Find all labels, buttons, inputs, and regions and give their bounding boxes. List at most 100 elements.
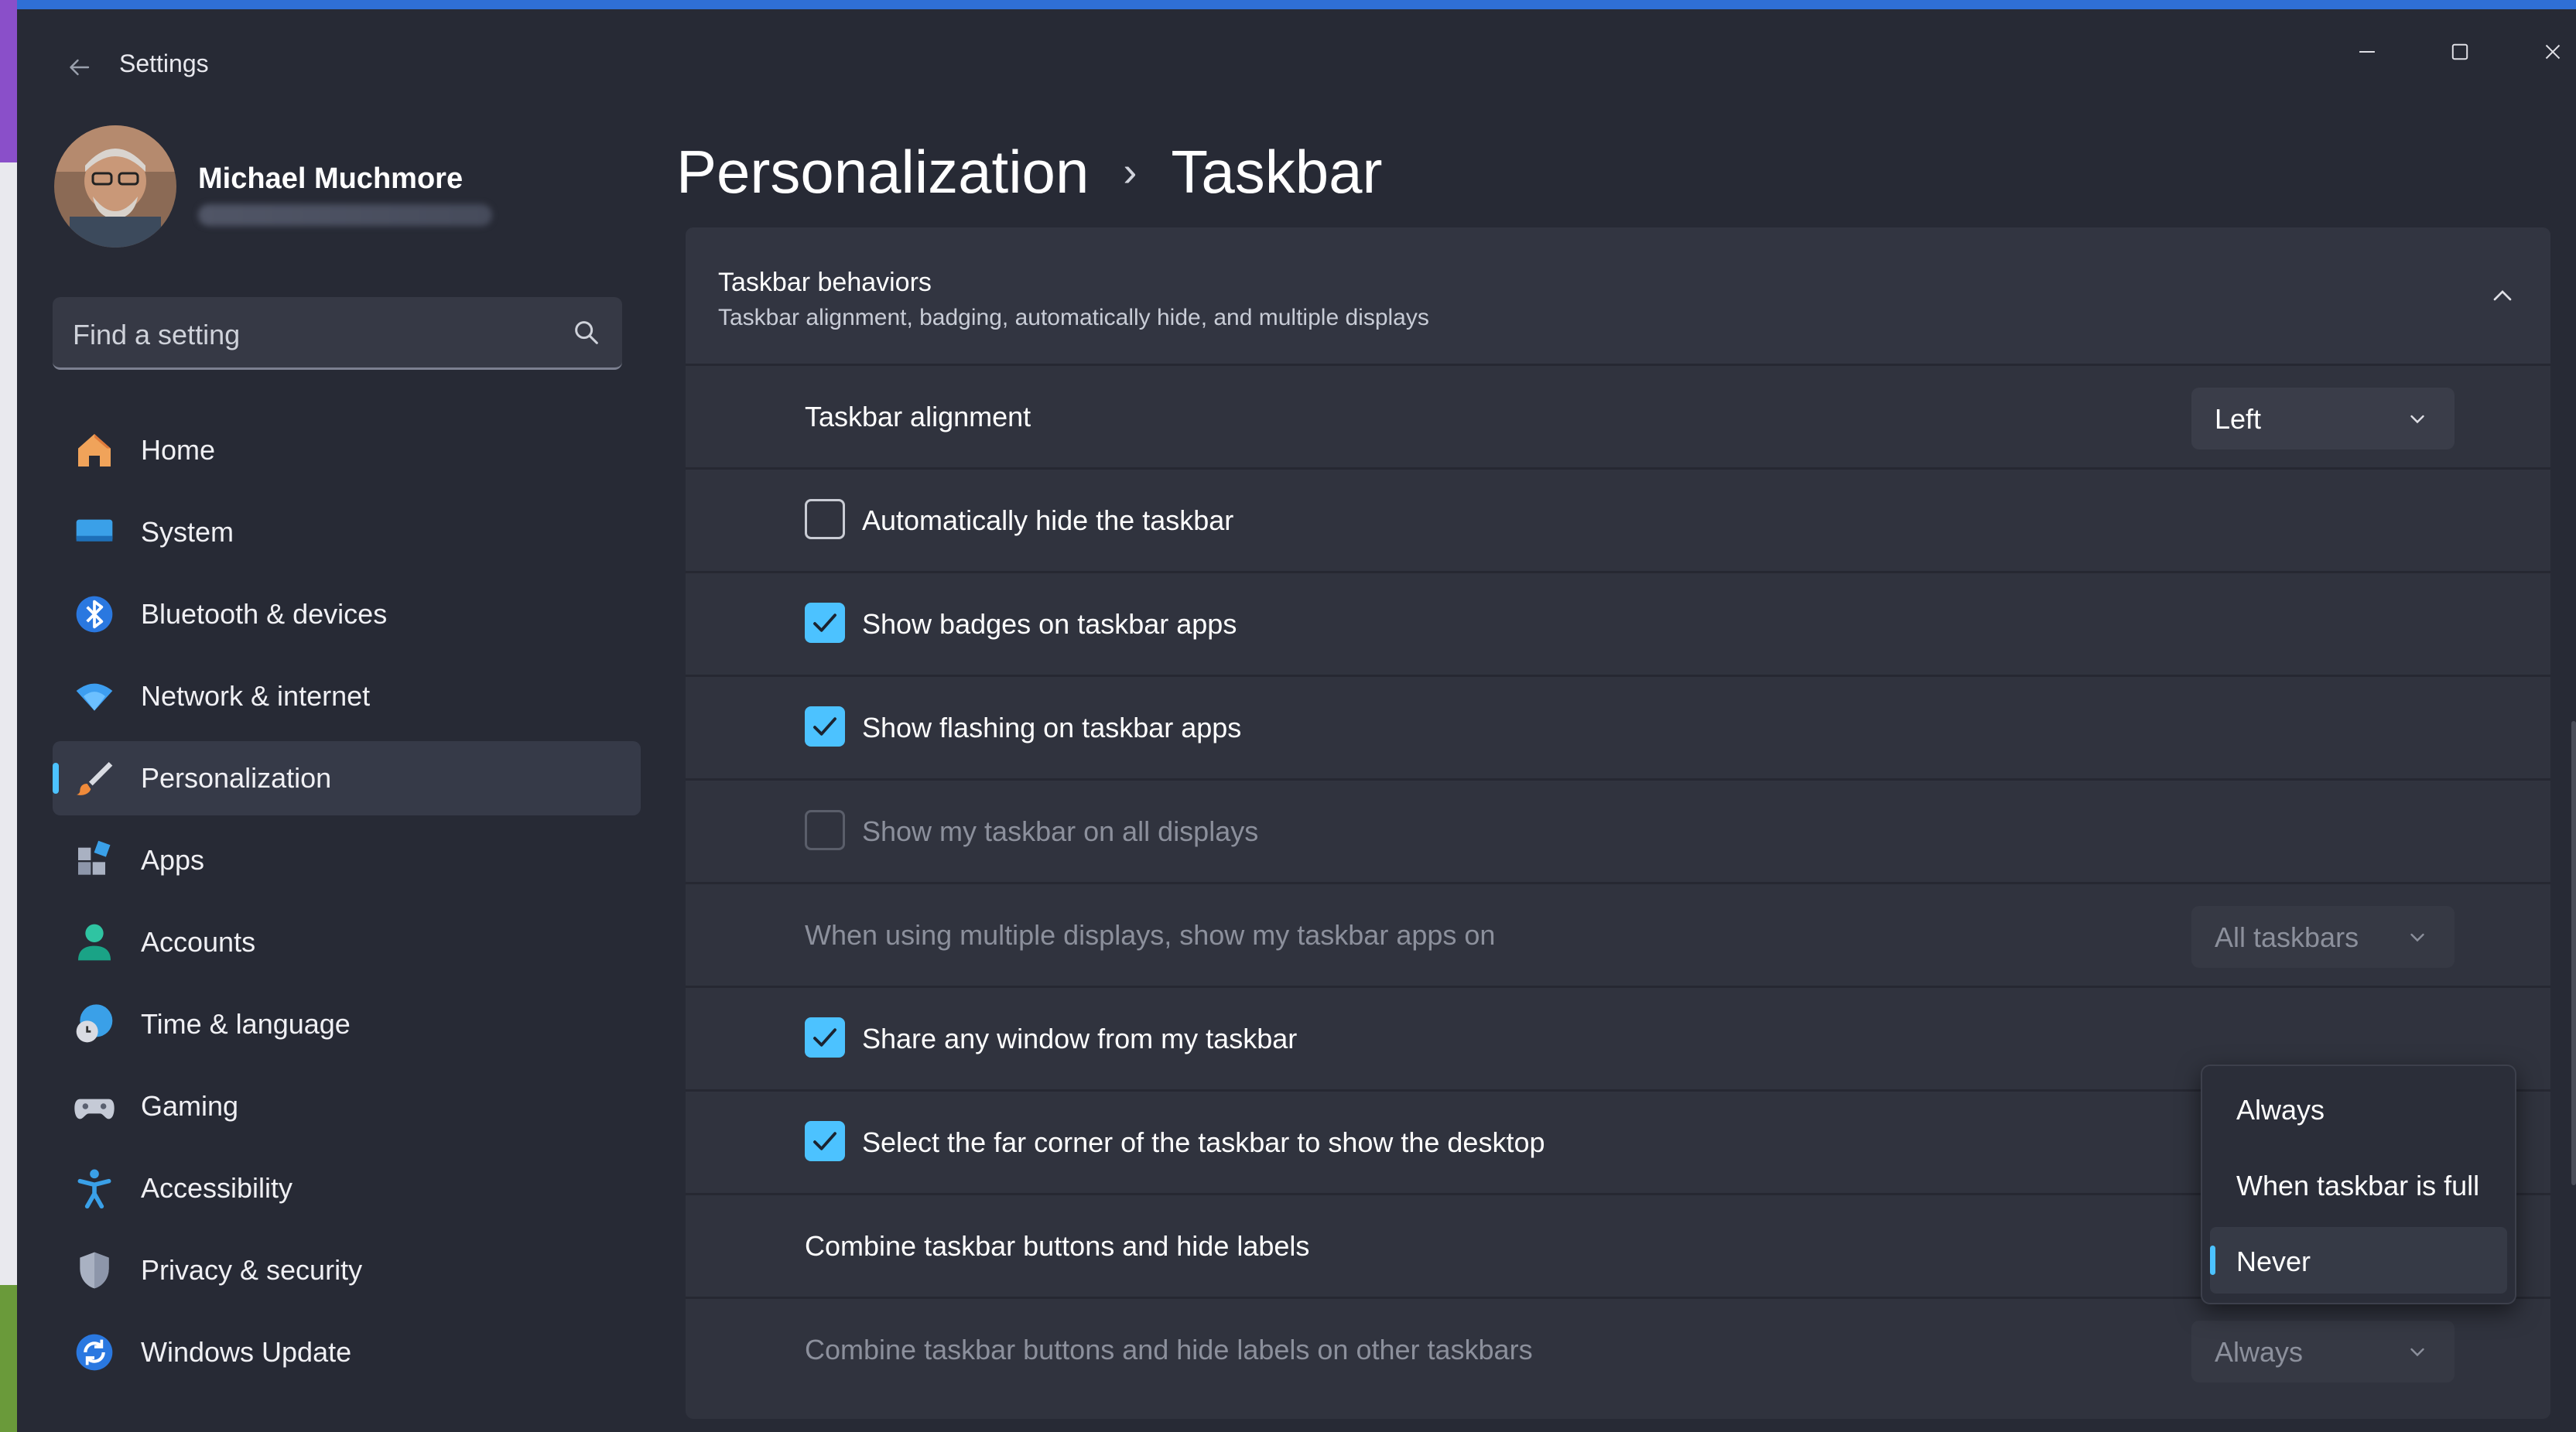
setting-label: Show flashing on taskbar apps [862,712,1242,743]
setting-label: Show my taskbar on all displays [862,815,1259,847]
sidebar-item-accessibility[interactable]: Accessibility [53,1151,641,1225]
avatar[interactable] [54,125,176,248]
home-icon [73,429,116,472]
user-photo-icon [54,125,176,248]
system-icon [73,511,116,554]
show-flashing-checkbox[interactable] [805,706,845,747]
close-icon [2545,44,2561,60]
back-button[interactable] [48,40,110,94]
section-title: Taskbar behaviors [718,268,932,297]
sidebar-nav: Home System Bluetooth & devices Network … [53,413,641,1397]
setting-label: Select the far corner of the taskbar to … [862,1126,1545,1158]
sidebar-item-personalization[interactable]: Personalization [53,741,641,815]
sidebar-item-label: Bluetooth & devices [141,598,388,630]
paintbrush-icon [73,757,116,800]
scrollbar[interactable] [2571,721,2576,1185]
sidebar-item-label: Network & internet [141,680,371,712]
checkmark-icon [813,613,836,632]
sidebar-item-label: Windows Update [141,1336,352,1368]
combine-other-taskbars-dropdown[interactable]: Always [2191,1321,2455,1382]
taskbar-alignment-dropdown[interactable]: Left [2191,388,2455,449]
sidebar-item-windows-update[interactable]: Windows Update [53,1315,641,1389]
sidebar-item-system[interactable]: System [53,495,641,569]
desktop-left-strip [0,0,17,1432]
desktop-top-strip [0,0,2576,9]
minimize-button[interactable] [2325,25,2410,79]
desktop-wallpaper-purple [0,0,17,162]
dropdown-value: Left [2215,403,2262,435]
share-window-checkbox[interactable] [805,1017,845,1058]
bluetooth-icon [73,593,116,636]
sidebar-item-bluetooth[interactable]: Bluetooth & devices [53,577,641,651]
setting-row-auto-hide: Automatically hide the taskbar [686,467,2550,571]
setting-row-all-displays: Show my taskbar on all displays [686,778,2550,882]
sidebar-item-label: Apps [141,844,205,876]
section-header[interactable]: Taskbar behaviors Taskbar alignment, bad… [686,227,2550,364]
accessibility-icon [73,1167,116,1210]
menu-option-label: Always [2236,1094,2325,1126]
app-title: Settings [119,50,209,77]
sidebar-item-label: Time & language [141,1008,351,1040]
sidebar-item-label: Privacy & security [141,1254,363,1286]
sidebar-item-network[interactable]: Network & internet [53,659,641,733]
sidebar-item-label: Home [141,434,216,466]
menu-option-never[interactable]: Never [2210,1227,2507,1294]
setting-label: Combine taskbar buttons and hide labels … [805,1334,1533,1365]
chevron-up-icon[interactable] [2487,280,2518,311]
all-displays-checkbox[interactable] [805,810,845,850]
close-button[interactable] [2510,25,2576,79]
user-email-redacted [198,204,492,226]
checkmark-icon [813,717,836,736]
setting-label: Combine taskbar buttons and hide labels [805,1230,1310,1262]
user-name: Michael Muchmore [198,162,464,195]
setting-label: When using multiple displays, show my ta… [805,919,1496,951]
gamepad-icon [73,1085,116,1128]
checkmark-icon [813,1028,836,1047]
far-corner-checkbox[interactable] [805,1121,845,1161]
breadcrumb-separator: › [1123,149,1137,195]
sidebar-item-accounts[interactable]: Accounts [53,905,641,979]
setting-row-show-flashing: Show flashing on taskbar apps [686,675,2550,778]
sidebar-item-label: Personalization [141,762,332,794]
sidebar-item-time-language[interactable]: Time & language [53,987,641,1061]
chevron-down-icon [2410,1348,2424,1357]
back-arrow-icon [70,59,90,76]
maximize-button[interactable] [2417,25,2502,79]
sidebar-item-label: Accounts [141,926,256,958]
globe-clock-icon [73,1003,116,1046]
chevron-down-icon [2410,415,2424,424]
sidebar-item-label: Gaming [141,1090,239,1122]
chevron-down-icon [2410,933,2424,942]
setting-label: Show badges on taskbar apps [862,608,1237,640]
section-subtitle: Taskbar alignment, badging, automaticall… [718,305,1429,330]
show-badges-checkbox[interactable] [805,603,845,643]
checkmark-icon [813,1132,836,1150]
search-icon [575,321,598,344]
accounts-icon [73,921,116,964]
update-icon [73,1331,116,1374]
menu-option-when-full[interactable]: When taskbar is full [2210,1151,2507,1218]
desktop-wallpaper-green [0,1285,17,1432]
search-box[interactable]: Find a setting [53,297,622,370]
search-input[interactable]: Find a setting [73,319,240,351]
sidebar-item-label: Accessibility [141,1172,293,1204]
maximize-icon [2451,43,2468,60]
minimize-icon [2359,51,2375,53]
breadcrumb: Personalization › Taskbar [676,125,1382,218]
auto-hide-checkbox[interactable] [805,499,845,539]
sidebar-item-gaming[interactable]: Gaming [53,1069,641,1143]
setting-row-multi-display-apps: When using multiple displays, show my ta… [686,882,2550,986]
title-bar: Settings [17,9,2576,110]
setting-label: Taskbar alignment [805,401,1031,432]
apps-icon [73,839,116,882]
menu-option-label: When taskbar is full [2236,1170,2480,1201]
sidebar-item-apps[interactable]: Apps [53,823,641,897]
dropdown-value: All taskbars [2215,921,2359,953]
sidebar-item-home[interactable]: Home [53,413,641,487]
multi-display-apps-dropdown[interactable]: All taskbars [2191,906,2455,968]
combine-buttons-menu: Always When taskbar is full Never [2201,1065,2516,1304]
sidebar-item-privacy-security[interactable]: Privacy & security [53,1233,641,1307]
breadcrumb-parent[interactable]: Personalization [676,137,1089,207]
setting-row-taskbar-alignment: Taskbar alignment Left [686,364,2550,467]
menu-option-always[interactable]: Always [2210,1075,2507,1142]
